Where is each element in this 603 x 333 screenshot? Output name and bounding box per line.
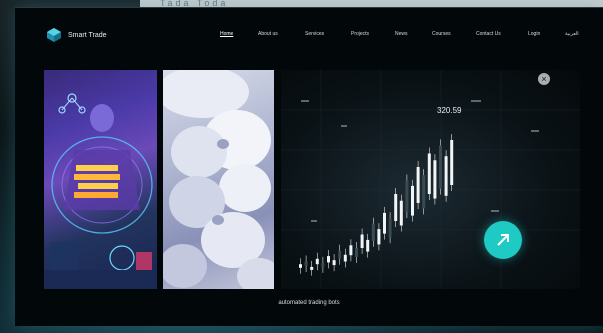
nav-item-courses[interactable]: Courses (432, 31, 451, 37)
nav-item-home[interactable]: Home (220, 31, 233, 37)
candle-body (427, 153, 431, 194)
candle-body (388, 218, 392, 238)
candle-body (304, 261, 308, 266)
candle-body (405, 180, 409, 212)
hero-image-trading-chart (281, 70, 580, 289)
candle-body (349, 245, 353, 256)
candle-body (332, 260, 336, 266)
nav-item-news[interactable]: News (395, 31, 408, 37)
brand-logo[interactable]: Smart Trade (46, 27, 107, 43)
hero-image-ai-figure (44, 70, 157, 289)
nav-item-projects[interactable]: Projects (351, 31, 369, 37)
candle-body (360, 234, 364, 248)
candle-body (383, 212, 386, 234)
candle-body (422, 175, 426, 209)
candle-body (366, 239, 370, 252)
candle-body (327, 256, 330, 263)
candle-body (371, 223, 375, 241)
candle-body (355, 248, 358, 257)
candle-body (439, 145, 442, 189)
nav-item-arabic[interactable]: العربية (565, 31, 579, 37)
open-action-button[interactable] (484, 221, 522, 259)
candle-body (450, 140, 454, 185)
close-icon: × (541, 74, 547, 84)
close-button[interactable]: × (538, 73, 550, 85)
arrow-up-right-icon (497, 234, 509, 246)
candle-body (411, 185, 414, 216)
candle-body (377, 229, 381, 245)
candle-body (310, 266, 314, 270)
candle-body (343, 254, 347, 262)
candle-body (399, 200, 403, 226)
website-screen: Smart Trade Home About us Services Proje… (15, 7, 603, 326)
nav-item-services[interactable]: Services (305, 31, 324, 37)
candle-body (321, 262, 325, 267)
hero-image-robot-arm (163, 70, 274, 289)
candle-body (444, 156, 448, 196)
nav-item-contact[interactable]: Contact Us (476, 31, 501, 37)
ai-figure-illustration (44, 93, 157, 289)
brand-name: Smart Trade (68, 31, 107, 39)
candle-body (338, 250, 342, 259)
candle-body (394, 194, 398, 221)
candle-body (433, 160, 437, 199)
candle-body (299, 264, 302, 268)
hero-caption: automated trading bots (278, 300, 340, 306)
nav-item-about[interactable]: About us (258, 31, 278, 37)
price-label: 320.59 (437, 106, 462, 115)
nav-item-login[interactable]: Login (528, 31, 540, 37)
robot-arm-illustration (163, 70, 274, 289)
candlestick-chart (281, 70, 580, 289)
navbar: Smart Trade Home About us Services Proje… (15, 8, 603, 63)
candle-body (315, 258, 319, 265)
candle-body (416, 167, 420, 203)
cube-logo-icon (47, 28, 61, 42)
